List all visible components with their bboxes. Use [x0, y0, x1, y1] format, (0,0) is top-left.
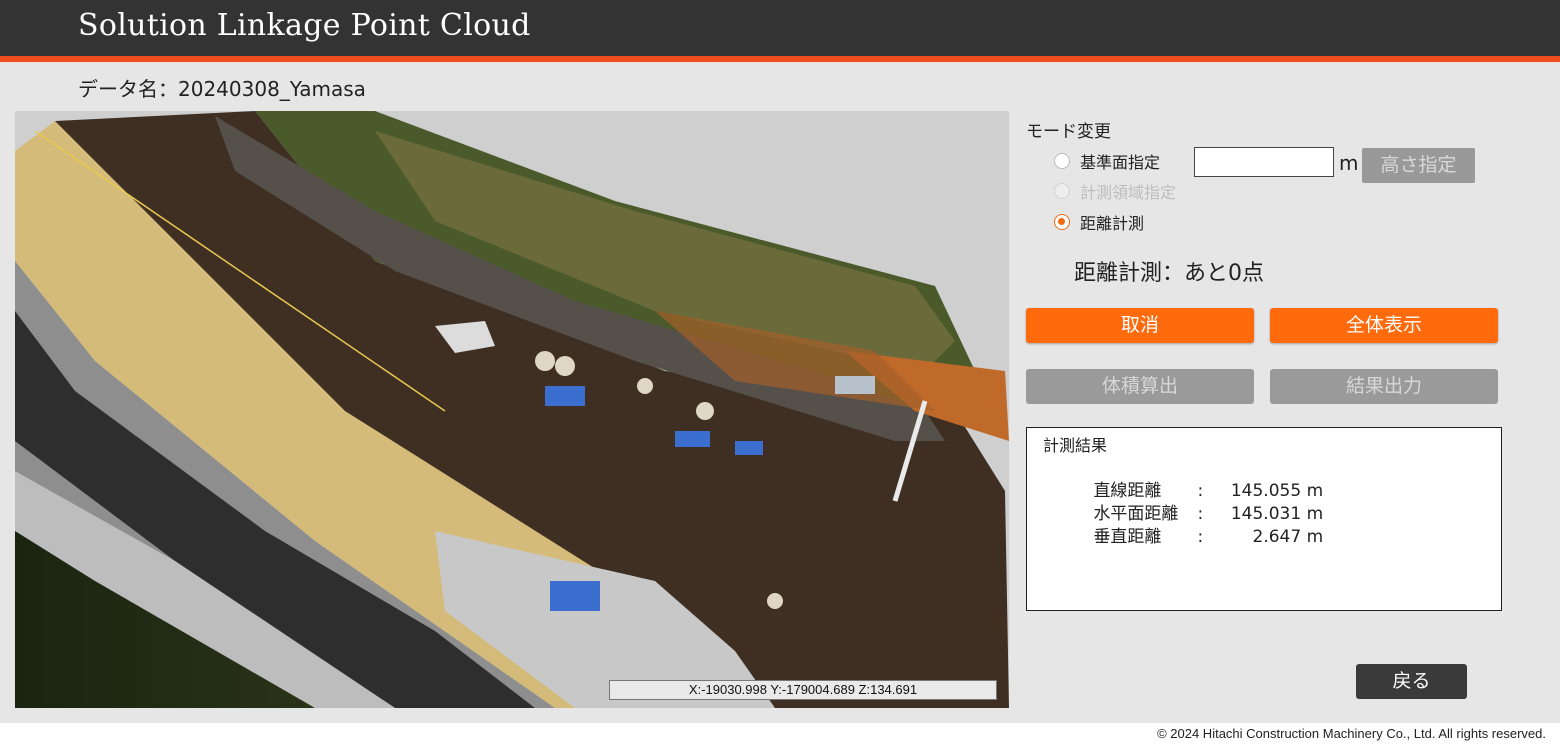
- mode-option-measure-area: 計測領域指定: [1054, 179, 1176, 203]
- export-results-button[interactable]: 結果出力: [1270, 369, 1498, 404]
- measure-status: 距離計測：あと0点: [1074, 261, 1264, 286]
- result-label: 垂直距離: [1093, 527, 1162, 547]
- radio-measure-area: [1054, 183, 1070, 199]
- results-title: 計測結果: [1043, 436, 1108, 455]
- mode-label-distance: 距離計測: [1080, 214, 1145, 233]
- mode-option-distance[interactable]: 距離計測: [1054, 210, 1144, 234]
- app-header: Solution Linkage Point Cloud: [0, 0, 1560, 56]
- radio-reference-plane[interactable]: [1054, 153, 1070, 169]
- mode-label-reference-plane: 基準面指定: [1080, 153, 1161, 172]
- mode-change-label: モード変更: [1026, 122, 1111, 142]
- height-unit: m: [1339, 151, 1359, 175]
- set-height-button[interactable]: 高さ指定: [1362, 148, 1475, 183]
- results-box: 計測結果 直線距離:145.055 m 水平面距離:145.031 m 垂直距離…: [1026, 427, 1502, 611]
- mode-option-reference-plane[interactable]: 基準面指定: [1054, 149, 1160, 173]
- height-input[interactable]: [1194, 147, 1334, 177]
- point-cloud-render[interactable]: [15, 111, 1009, 708]
- fit-all-button[interactable]: 全体表示: [1270, 308, 1498, 343]
- point-cloud-viewer[interactable]: X:-19030.998 Y:-179004.689 Z:134.691: [15, 111, 1009, 708]
- header-accent-bar: [0, 56, 1560, 62]
- result-unit: m: [1306, 527, 1324, 547]
- mode-label-measure-area: 計測領域指定: [1080, 183, 1177, 202]
- data-name-label: データ名：20240308_Yamasa: [78, 77, 366, 101]
- copyright-text: © 2024 Hitachi Construction Machinery Co…: [1157, 726, 1546, 741]
- volume-calc-button[interactable]: 体積算出: [1026, 369, 1254, 404]
- app-title: Solution Linkage Point Cloud: [78, 8, 531, 43]
- cancel-button[interactable]: 取消: [1026, 308, 1254, 343]
- back-button[interactable]: 戻る: [1356, 664, 1467, 699]
- radio-distance[interactable]: [1054, 214, 1070, 230]
- cursor-coordinates: X:-19030.998 Y:-179004.689 Z:134.691: [609, 680, 997, 700]
- result-value: 2.647: [1252, 527, 1302, 547]
- result-row: 垂直距離:2.647 m: [1061, 502, 1323, 567]
- footer: © 2024 Hitachi Construction Machinery Co…: [0, 723, 1560, 747]
